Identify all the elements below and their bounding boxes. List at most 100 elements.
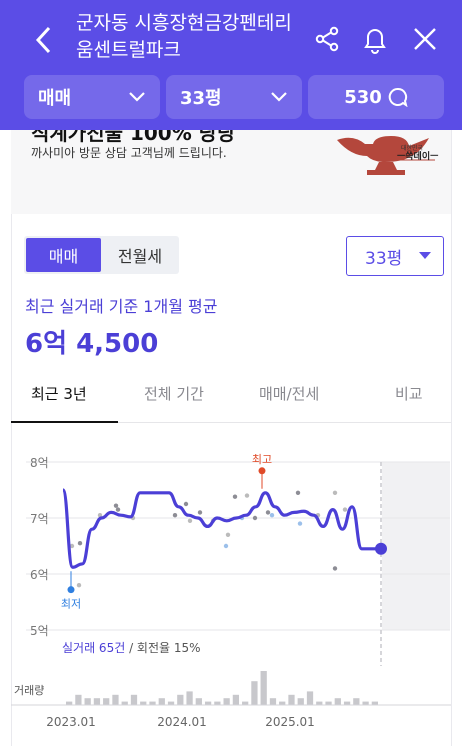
volume-bar [149, 701, 156, 705]
y-tick-label: 5억 [30, 624, 49, 638]
low-label: 최저 [61, 598, 81, 611]
transaction-dot [232, 494, 238, 499]
triangle-down-icon [419, 252, 431, 259]
volume-bar [75, 694, 82, 705]
y-tick-label: 7억 [30, 512, 49, 526]
chevron-down-icon [129, 92, 145, 102]
volume-bar [279, 701, 286, 705]
volume-bar [288, 694, 295, 705]
volume-bar [204, 701, 212, 705]
transaction-dot [295, 490, 301, 495]
volume-bar [103, 698, 110, 705]
transaction-dot [197, 510, 203, 515]
tab-compare[interactable]: 비교 [395, 383, 423, 404]
period-tabs: 최근 3년 전체 기간 매매/전세 비교 [11, 369, 451, 423]
volume-bar [223, 698, 230, 705]
price-chart[interactable]: 8억 7억 6억 5억 최고최저실거래 65건 / 회전율 15% 거래량 2023.01 2… [0, 440, 462, 746]
volume-bar [325, 701, 332, 705]
tab-all-period[interactable]: 전체 기간 [144, 383, 204, 404]
volume-bar [140, 701, 147, 705]
volume-bar [362, 701, 369, 705]
chat-bubble-icon [388, 87, 408, 107]
size-dropdown-value: 33평 [365, 248, 403, 269]
transaction-dot [225, 532, 231, 537]
transaction-dot [244, 493, 250, 498]
high-marker-dot [258, 467, 266, 475]
x-tick-label: 2025.01 [265, 715, 315, 729]
x-tick-label: 2024.01 [157, 715, 207, 729]
transaction-dot [269, 513, 275, 518]
transaction-summary: 실거래 65건 / 회전율 15% [62, 641, 201, 655]
deal-segment-control: 매매 전월세 [24, 236, 179, 274]
comment-count: 530 [344, 86, 382, 108]
transaction-dot [332, 566, 338, 571]
transaction-dot [183, 501, 189, 507]
back-arrow-icon[interactable] [28, 22, 60, 58]
volume-bar [242, 701, 249, 705]
deal-type-select[interactable]: 매매 [24, 75, 160, 119]
volume-bar [112, 694, 119, 705]
bell-icon[interactable] [358, 22, 392, 56]
transaction-dot [76, 583, 82, 588]
future-region [382, 462, 450, 630]
volume-bar [316, 701, 323, 705]
magic-lamp-logo: 대한민국 ㅡ쓱데이ㅡ [337, 136, 438, 175]
comments-button[interactable]: 530 [308, 75, 444, 119]
volume-bar [186, 691, 193, 705]
price-line [61, 488, 381, 569]
transaction-dot [252, 515, 258, 521]
transaction-dot [172, 513, 178, 518]
app-header: 군자동 시흥장현금강펜테리움센트럴파크 매매 33평 530 [0, 0, 462, 130]
turnover-rate: / 회전율 15% [125, 641, 200, 655]
volume-bar [306, 691, 314, 705]
volume-bar [130, 694, 138, 705]
transaction-dot [297, 521, 303, 526]
transaction-dot [187, 518, 193, 523]
high-label: 최고 [252, 453, 272, 466]
share-icon[interactable] [310, 22, 344, 56]
size-value: 33평 [180, 88, 222, 109]
average-label: 최근 실거래 기준 1개월 평균 [25, 297, 218, 316]
low-marker-dot [67, 586, 75, 594]
volume-bar [158, 698, 165, 705]
volume-bar [334, 698, 341, 705]
close-icon[interactable] [408, 22, 442, 56]
active-tab-underline [11, 421, 118, 423]
volume-bar [297, 698, 304, 705]
tab-recent-3y[interactable]: 최근 3년 [31, 383, 87, 404]
volume-bar [232, 694, 240, 705]
volume-label: 거래량 [14, 684, 44, 697]
segment-rent[interactable]: 전월세 [103, 238, 177, 272]
svg-text:ㅡ쓱데이ㅡ: ㅡ쓱데이ㅡ [397, 150, 438, 162]
x-tick-label: 2023.01 [46, 715, 96, 729]
volume-bar [195, 698, 202, 705]
transaction-dot [115, 507, 121, 512]
y-tick-label: 8억 [30, 456, 49, 470]
average-price: 6억 4,500 [25, 329, 159, 359]
transaction-dot [265, 510, 271, 515]
size-select[interactable]: 33평 [166, 75, 302, 119]
current-point [375, 542, 387, 555]
volume-bar [251, 681, 258, 705]
volume-bar [121, 701, 128, 705]
volume-bar [66, 701, 73, 705]
tab-sale-jeonse[interactable]: 매매/전세 [259, 383, 319, 404]
volume-bar [269, 698, 277, 705]
banner-subtext: 까사미아 방문 상담 고객님께 드립니다. [31, 146, 227, 160]
volume-bar [177, 694, 184, 705]
volume-bar [167, 701, 175, 705]
volume-bar [214, 701, 221, 705]
size-dropdown[interactable]: 33평 [346, 236, 444, 276]
transaction-dot [342, 507, 348, 512]
transaction-dot [77, 541, 83, 546]
transaction-count: 실거래 65건 [62, 641, 125, 655]
transaction-dot [332, 490, 338, 495]
deal-type-value: 매매 [38, 88, 72, 109]
svg-text:대한민국: 대한민국 [401, 144, 424, 152]
page-title: 군자동 시흥장현금강펜테리움센트럴파크 [76, 12, 292, 61]
volume-bar [371, 701, 378, 705]
chevron-down-icon [271, 92, 287, 102]
ad-banner[interactable]: 직계가진불 100% 당당 까사미아 방문 상담 고객님께 드립니다. 대한민국… [11, 130, 451, 214]
segment-sale[interactable]: 매매 [26, 238, 101, 272]
volume-bar [353, 698, 360, 705]
